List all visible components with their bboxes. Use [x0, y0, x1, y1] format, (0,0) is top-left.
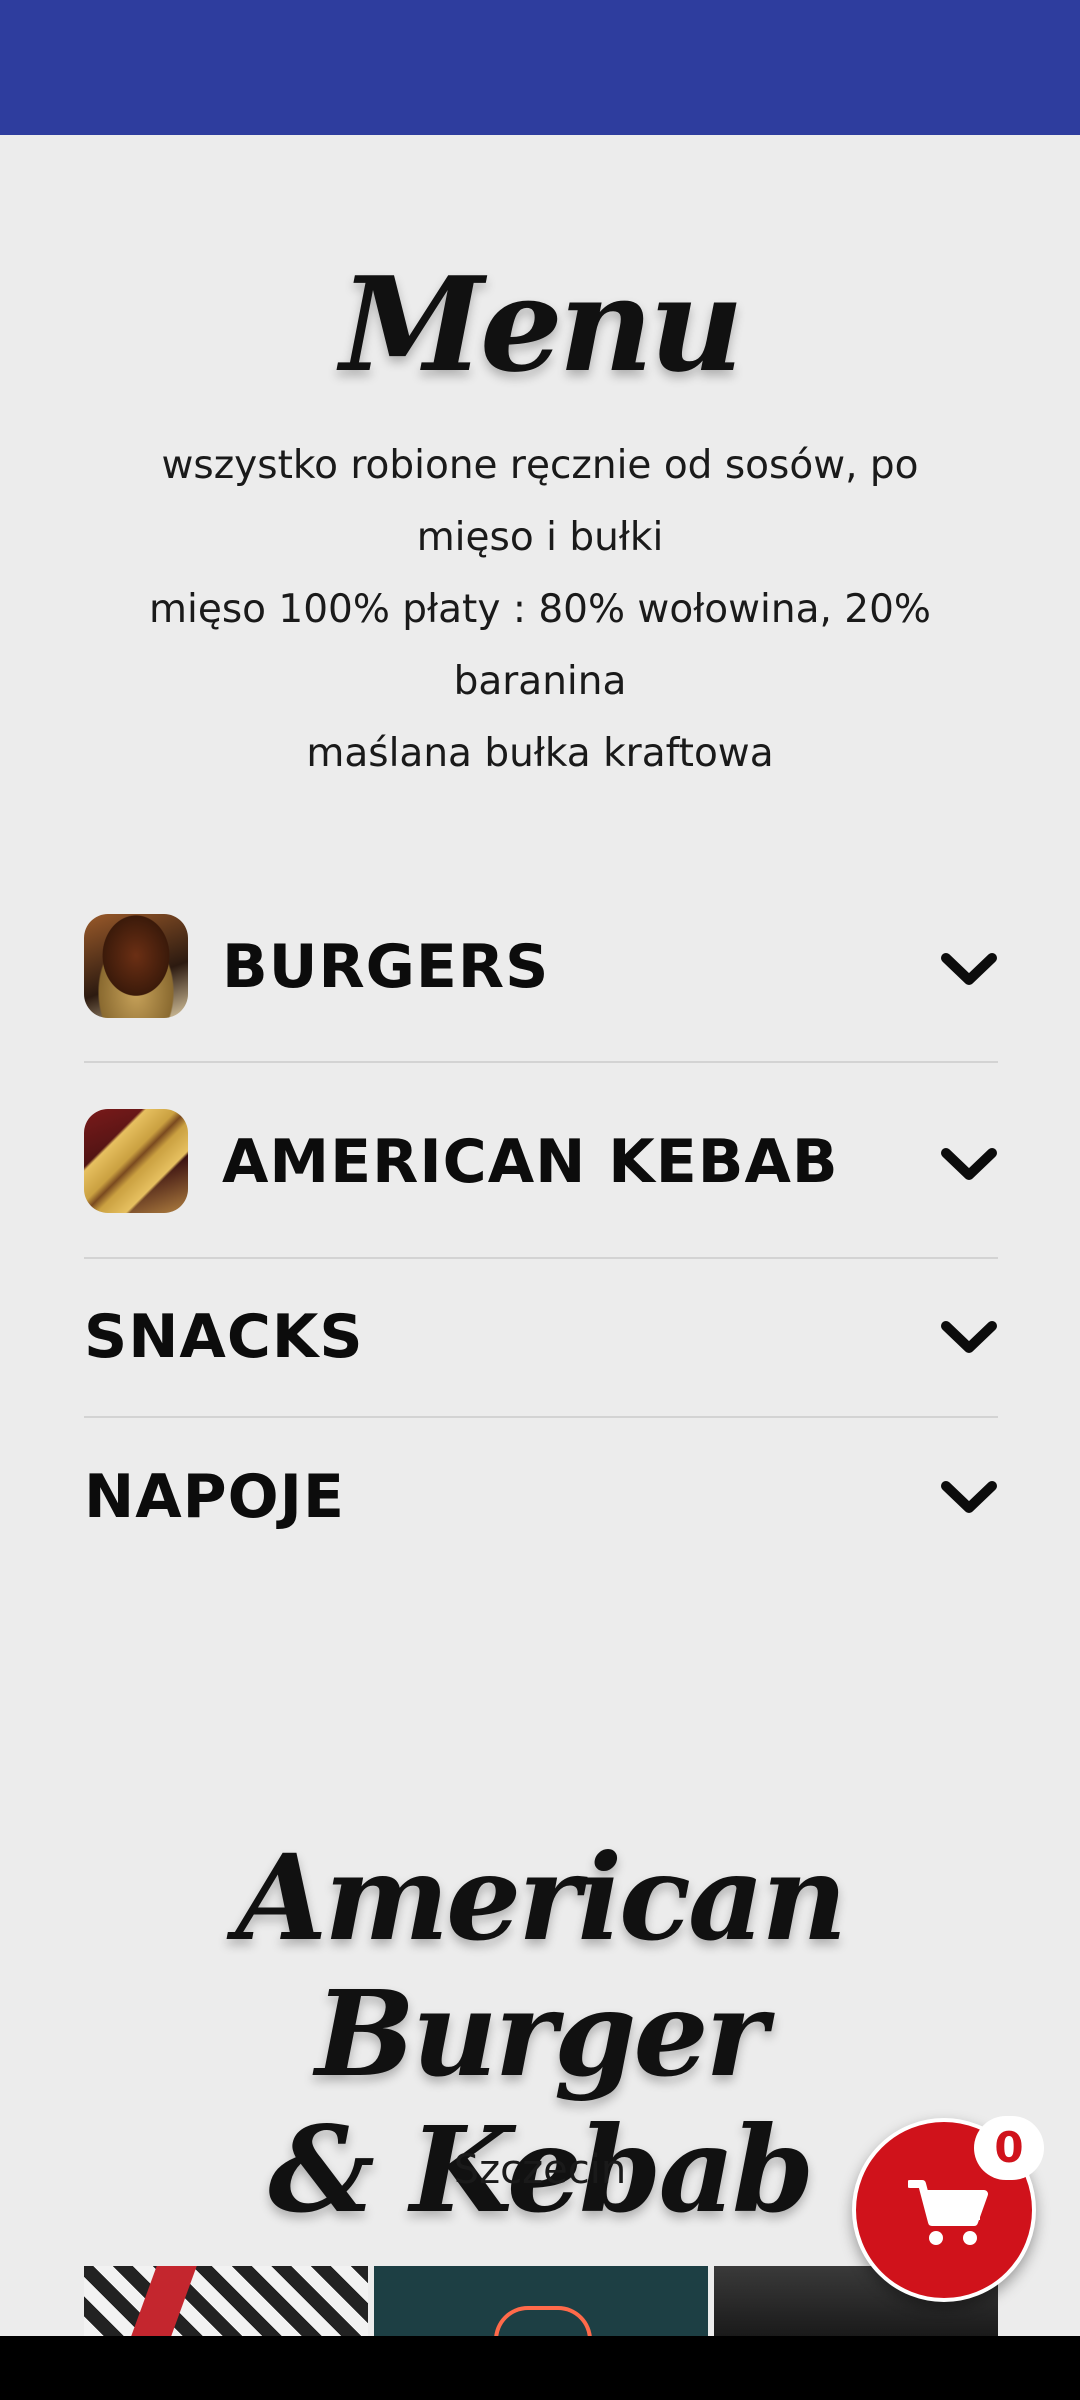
description-line: maślana bułka kraftowa [306, 731, 774, 776]
category-label: SNACKS [84, 1302, 364, 1372]
category-burgers[interactable]: BURGERS [84, 910, 998, 1030]
system-navigation-bar [0, 2336, 1080, 2400]
category-divider [84, 1416, 998, 1418]
cart-icon [908, 2180, 988, 2245]
category-label: NAPOJE [84, 1462, 345, 1532]
brand-title-line: American Burger [235, 1828, 848, 2103]
description-line: mięso i bułki [416, 515, 664, 560]
chevron-down-icon[interactable] [940, 1318, 998, 1358]
category-label: BURGERS [222, 932, 550, 1002]
chevron-down-icon[interactable] [940, 950, 998, 990]
gallery-image [374, 2266, 708, 2336]
description-line: baranina [453, 659, 627, 704]
burger-thumbnail [84, 914, 188, 1018]
category-snacks[interactable]: SNACKS [84, 1300, 998, 1380]
menu-description: wszystko robione ręcznie od sosów, po mi… [120, 430, 960, 790]
cart-button[interactable]: 0 [852, 2116, 1044, 2302]
cart-count-badge: 0 [974, 2116, 1044, 2180]
category-label: AMERICAN KEBAB [222, 1127, 839, 1197]
category-american-kebab[interactable]: AMERICAN KEBAB [84, 1105, 998, 1225]
category-divider [84, 1257, 998, 1259]
kebab-thumbnail [84, 1109, 188, 1213]
gallery-image [84, 2266, 368, 2336]
chevron-down-icon[interactable] [940, 1478, 998, 1518]
top-header-bar [0, 0, 1080, 135]
description-line: wszystko robione ręcznie od sosów, po [161, 443, 919, 488]
description-line: mięso 100% płaty : 80% wołowina, 20% [149, 587, 931, 632]
category-napoje[interactable]: NAPOJE [84, 1460, 998, 1540]
chevron-down-icon[interactable] [940, 1145, 998, 1185]
category-divider [84, 1061, 998, 1063]
menu-title: Menu [340, 248, 744, 401]
